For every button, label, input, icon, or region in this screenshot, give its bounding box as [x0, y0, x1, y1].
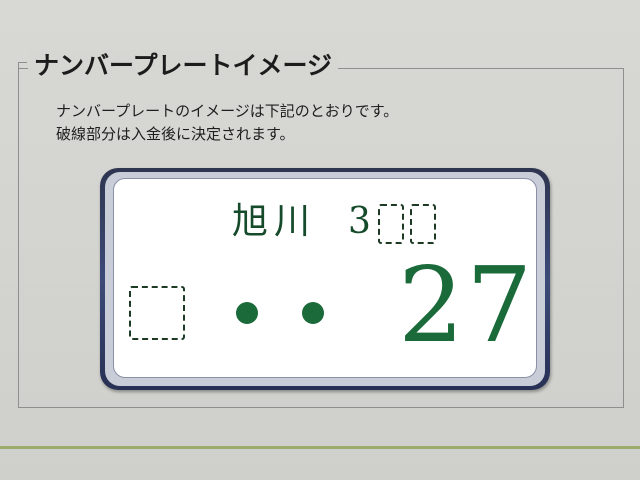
plate-region: 旭川 [232, 201, 317, 242]
description: ナンバープレートのイメージは下記のとおりです。 破線部分は入金後に決定されます。 [56, 100, 398, 146]
bottom-divider [0, 446, 640, 449]
plate-dot-1 [236, 302, 258, 324]
plate-hiragana-placeholder [129, 286, 185, 340]
description-line-1: ナンバープレートのイメージは下記のとおりです。 [56, 102, 399, 120]
section-title: ナンバープレートイメージ [28, 50, 339, 82]
plate-class-prefix: 3 [348, 201, 371, 242]
plate-dot-2 [302, 302, 324, 324]
plate-class-placeholder-1 [378, 204, 404, 244]
plate-class-placeholder-2 [410, 204, 436, 244]
plate-number: 27 [398, 244, 535, 366]
description-line-2: 破線部分は入金後に決定されます。 [56, 125, 295, 143]
